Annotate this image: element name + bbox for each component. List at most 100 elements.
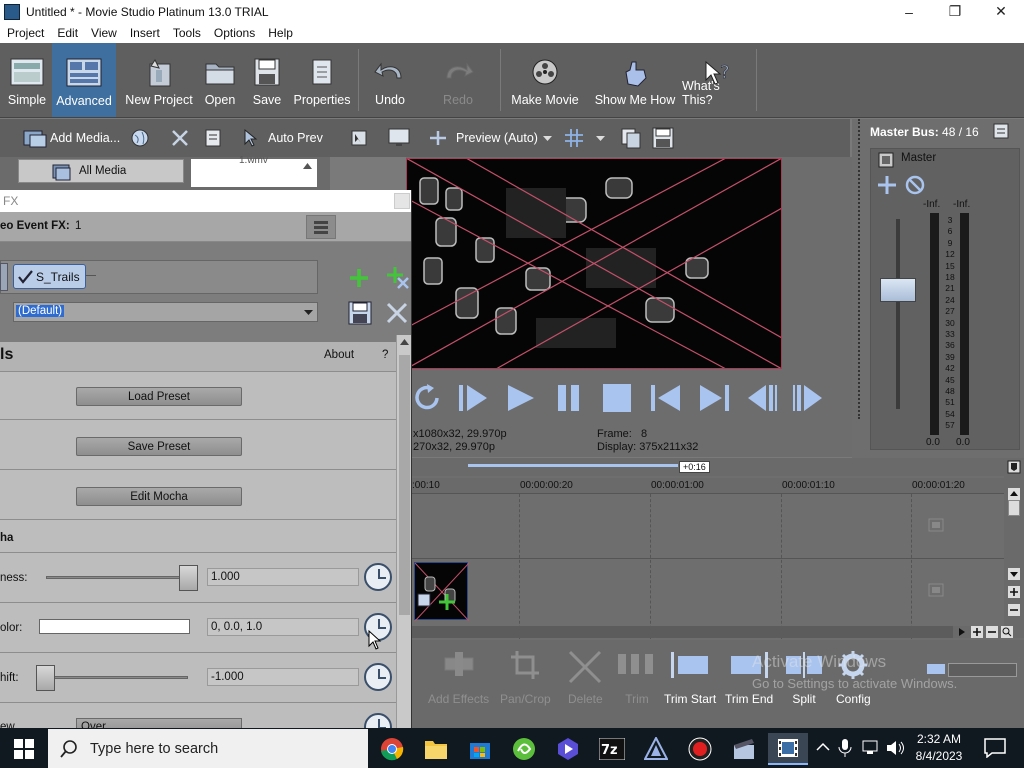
zoom-slider[interactable] [948,663,1017,677]
zoom-in-icon[interactable] [971,626,983,638]
simple-button[interactable]: Simple [4,46,50,116]
auto-preview-button[interactable]: Auto Prev [268,131,323,145]
pause-icon[interactable] [556,382,582,414]
menu-view[interactable]: View [84,26,123,40]
media-properties-icon[interactable] [204,128,222,148]
next-frame-icon[interactable] [792,382,824,414]
plugin-s-trails[interactable]: S_Trails [13,264,86,289]
add-media-button[interactable]: Add Media... [50,131,120,145]
track-zoom-out-icon[interactable] [1008,604,1020,616]
save-button[interactable]: Save [250,46,284,116]
recorder-app[interactable] [684,733,716,765]
color-swatch[interactable] [39,619,190,634]
movie-studio-app-active[interactable] [768,733,808,765]
maximize-button[interactable]: ❐ [932,0,978,23]
advanced-button[interactable]: Advanced [52,43,116,117]
menu-project[interactable]: Project [0,26,50,40]
animate-icon[interactable] [364,663,392,691]
green-app[interactable] [508,733,540,765]
save-preset-button[interactable]: Save Preset [76,437,242,456]
external-monitor-icon[interactable] [388,128,410,148]
save-preset-icon[interactable] [348,301,372,325]
network-icon[interactable] [862,740,882,756]
preview-settings-icon[interactable] [350,129,368,147]
fx-icon[interactable] [878,152,894,168]
notifications-icon[interactable] [984,738,1006,758]
loop-playback-icon[interactable] [412,383,442,413]
timeline-horizontal-scrollbar[interactable] [412,626,953,638]
scrollbar-thumb[interactable] [1008,500,1020,516]
previous-plugin-chip[interactable] [0,263,8,291]
trim-start-button[interactable]: Trim Start [664,650,716,706]
make-movie-button[interactable]: Make Movie [508,46,582,116]
previous-frame-icon[interactable] [746,382,778,414]
movie-studio-app-2[interactable] [728,733,760,765]
master-fader-handle[interactable] [880,278,916,302]
redo-button[interactable]: Redo [436,46,480,116]
chevron-up-icon[interactable] [816,742,830,752]
properties-button[interactable]: Properties [292,46,352,116]
param1-value-field[interactable]: 1.000 [207,568,359,586]
new-project-button[interactable]: New Project [122,46,196,116]
remove-plugin-icon[interactable] [386,265,410,291]
preview-quality-dropdown[interactable]: Preview (Auto) [456,131,538,145]
video-preview-frame[interactable] [406,158,782,369]
7zip-app[interactable]: 7z [596,733,628,765]
magnifier-icon[interactable] [1001,626,1013,638]
fx-close-button[interactable] [394,193,410,209]
param3-value-field[interactable]: -1.000 [207,668,359,686]
grid-dropdown-icon[interactable] [596,136,605,142]
plugin-enabled-checkmark-icon[interactable] [18,270,33,284]
scroll-up-icon[interactable] [303,163,312,169]
menu-help[interactable]: Help [261,26,299,40]
play-icon[interactable] [506,382,536,414]
fx-scrollbar[interactable] [396,335,411,735]
microphone-icon[interactable] [838,738,852,758]
menu-options[interactable]: Options [207,26,261,40]
overlays-grid-icon[interactable] [564,128,584,148]
panel-grip[interactable] [858,119,866,419]
param1-slider-track[interactable] [46,576,198,579]
scroll-up-icon[interactable] [1008,488,1020,500]
load-preset-button[interactable]: Load Preset [76,387,242,406]
chevron-down-icon[interactable] [543,136,552,142]
menu-tools[interactable]: Tools [166,26,207,40]
scroll-right-icon[interactable] [957,627,967,637]
edit-mocha-button[interactable]: Edit Mocha [76,487,242,506]
copy-snapshot-icon[interactable] [620,127,642,149]
media-file-list[interactable]: 1.wmv [191,155,317,187]
menu-insert[interactable]: Insert [123,26,166,40]
go-to-end-icon[interactable] [698,382,730,414]
system-clock[interactable]: 2:32 AM 8/4/2023 [910,731,968,765]
about-link[interactable]: About [324,349,354,361]
globe-icon[interactable] [131,129,149,147]
loop-region-bar[interactable] [468,464,678,467]
add-fx-plus-icon[interactable] [877,175,897,195]
scrollbar-thumb[interactable] [399,355,410,615]
vector-app[interactable] [640,733,672,765]
delete-button[interactable]: Delete [568,650,603,706]
trim-button[interactable]: Trim [617,650,657,706]
whats-this-button[interactable]: ? What's This? [682,46,752,116]
track-zoom-in-icon[interactable] [1008,586,1020,598]
show-me-how-button[interactable]: Show Me How [592,46,678,116]
param2-value-field[interactable]: 0, 0.0, 1.0 [207,618,359,636]
event-fx-icon[interactable] [417,592,457,612]
timeline-vertical-scrollbar[interactable] [1004,458,1024,626]
volume-icon[interactable] [926,660,946,676]
marker-icon[interactable] [1007,460,1021,474]
scroll-up-icon[interactable] [400,339,409,345]
video-app[interactable] [552,733,584,765]
close-button[interactable]: ✕ [978,0,1024,23]
time-ruler[interactable]: :00:10 00:00:00:20 00:00:01:00 00:00:01:… [412,478,1004,494]
minimize-button[interactable]: – [886,0,932,23]
add-plugin-icon[interactable] [348,267,370,289]
pan-crop-button[interactable]: Pan/Crop [500,650,551,706]
store-app[interactable] [464,733,496,765]
speaker-icon[interactable] [886,740,906,756]
file-explorer-app[interactable] [420,733,452,765]
preset-dropdown[interactable]: (Default) [13,302,318,322]
play-from-start-icon[interactable] [458,382,488,414]
param1-slider-handle[interactable] [179,565,198,591]
zoom-out-icon[interactable] [986,626,998,638]
